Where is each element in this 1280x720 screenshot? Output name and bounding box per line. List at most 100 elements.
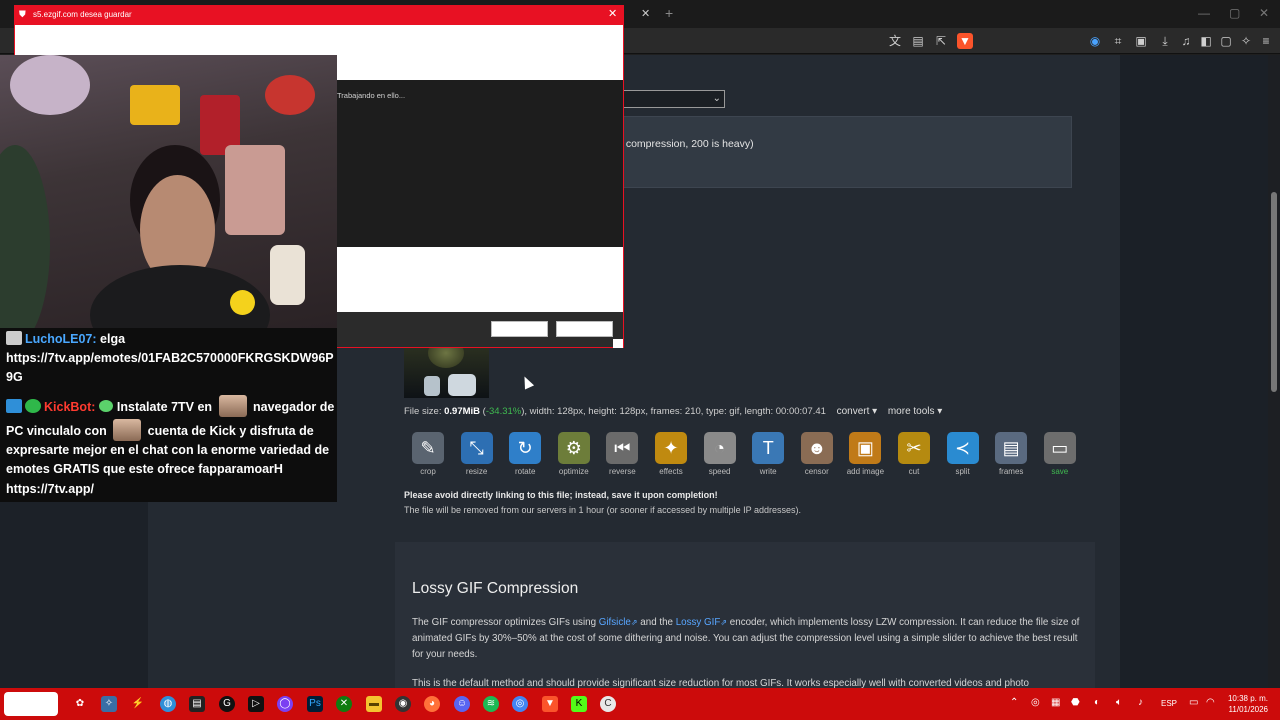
more-tools-dropdown[interactable]: more tools ▾ [888, 406, 942, 417]
chevron-down-icon: ⌄ [712, 93, 721, 104]
scrollbar-thumb[interactable] [1271, 192, 1277, 392]
monitor-icon[interactable]: ▭ [1189, 697, 1198, 708]
method-select[interactable]: ⌄ [620, 90, 725, 108]
app-icon[interactable]: G [219, 696, 235, 712]
dialog-resize-grip[interactable] [613, 339, 623, 348]
sidebar-icon[interactable]: ◧ [1198, 33, 1214, 49]
tool-cut[interactable]: ✂ cut [890, 430, 938, 480]
tool-label: cut [908, 467, 920, 476]
right-gutter [1120, 55, 1270, 688]
folder-icon[interactable]: ▬ [366, 696, 382, 712]
tool-effects[interactable]: ✦ effects [647, 430, 695, 480]
menu-icon[interactable]: ≡ [1258, 33, 1274, 49]
wifi-icon[interactable]: ◠ [1206, 697, 1215, 708]
app-icon[interactable]: ▤ [189, 696, 205, 712]
squirrel-icon[interactable]: ✿ [72, 696, 88, 712]
brave-icon[interactable]: ▼ [542, 696, 558, 712]
effects-icon: ✦ [655, 432, 687, 464]
emote-icon [113, 419, 142, 441]
xbox-icon[interactable]: ✕ [336, 696, 352, 712]
music-icon[interactable]: ♫ [1178, 33, 1194, 49]
brave-shield-icon[interactable]: ▼ [957, 33, 973, 49]
tool-crop[interactable]: ✎ crop [404, 430, 452, 480]
tool-label: add image [846, 467, 885, 476]
webcam-overlay [0, 55, 337, 328]
chat-link[interactable]: https://7tv.app/emotes/01FAB2C570000FKRG… [6, 351, 334, 365]
toy-decoration [265, 75, 315, 115]
removal-note: The file will be removed from our server… [404, 505, 802, 515]
app-icon[interactable]: C [600, 696, 616, 712]
dialog-save-button[interactable] [491, 321, 548, 337]
chrome-icon[interactable]: ◎ [512, 696, 528, 712]
reader-icon[interactable]: ▤ [910, 33, 926, 49]
tray-icon[interactable]: ⬣ [1071, 697, 1080, 708]
chat-text: Instalate 7TV en [113, 400, 216, 414]
clock[interactable]: 10:38 p. m. 11/01/2026 [1226, 693, 1268, 715]
discord-icon[interactable]: ☺ [454, 696, 470, 712]
chat-message: LuchoLE07: elga [6, 331, 125, 346]
share-icon[interactable]: ⇱ [933, 33, 949, 49]
spotify-icon[interactable]: ≋ [483, 696, 499, 712]
plush-decoration [10, 55, 90, 115]
chat-text: expresarte mejor en el chat con la enorm… [6, 443, 330, 457]
minimize-button[interactable]: — [1198, 6, 1210, 20]
app-icon[interactable]: ▷ [248, 696, 264, 712]
tool-optimize[interactable]: ⚙ optimize [550, 430, 598, 480]
convert-dropdown[interactable]: convert ▾ [837, 406, 878, 417]
tool-rotate[interactable]: ↻ rotate [501, 430, 549, 480]
tool-speed[interactable]: ◔ speed [696, 430, 744, 480]
add-image-icon: ▣ [849, 432, 882, 464]
section-paragraph: The GIF compressor optimizes GIFs using … [412, 615, 1082, 663]
screenshot-icon[interactable]: ⌗ [1110, 33, 1126, 49]
tool-label: speed [708, 467, 731, 476]
start-logo[interactable] [4, 692, 58, 716]
tray-chevron-up-icon[interactable]: ⌃ [1010, 697, 1018, 708]
extensions-icon[interactable]: ▢ [1218, 33, 1234, 49]
tray-icon[interactable]: ◎ [1031, 697, 1040, 708]
lossy-gif-link[interactable]: Lossy GIF [676, 617, 721, 628]
chat-username: LuchoLE07: [25, 332, 97, 346]
download-icon[interactable]: ⤓ [1157, 33, 1173, 49]
dialog-close-button[interactable]: ✕ [608, 7, 617, 20]
app-icon[interactable]: ◯ [277, 696, 293, 712]
chat-message: KickBot: Instalate 7TV en navegador de [6, 395, 334, 417]
wallet-icon[interactable]: ◉ [1087, 33, 1103, 49]
leo-icon[interactable]: ✧ [1238, 33, 1254, 49]
app-icon[interactable]: ✧ [101, 696, 117, 712]
tool-frames[interactable]: ▤ frames [987, 430, 1035, 480]
browser-icon[interactable]: ◍ [160, 696, 176, 712]
maximize-button[interactable]: ▢ [1229, 6, 1240, 20]
window-close-button[interactable]: ✕ [1259, 6, 1269, 20]
size-savings: -34.31% [485, 406, 522, 417]
tab-close-icon[interactable]: ✕ [641, 7, 650, 20]
minion-decoration [230, 290, 255, 315]
obs-icon[interactable]: ◉ [395, 696, 411, 712]
tool-split[interactable]: ≺ split [939, 430, 987, 480]
input-language[interactable]: ESP [1161, 699, 1177, 708]
dialog-cancel-button[interactable] [556, 321, 613, 337]
file-dimensions: ), width: 128px, height: 128px, frames: … [521, 406, 826, 417]
chat-link[interactable]: https://7tv.app/ [6, 482, 94, 496]
frog-emote-icon [99, 400, 114, 412]
tray-icon[interactable]: ▦ [1051, 697, 1060, 708]
kick-icon[interactable]: K [571, 696, 587, 712]
section-title: Lossy GIF Compression [412, 580, 579, 597]
steam-icon[interactable]: ◐ [1094, 697, 1100, 708]
translate-icon[interactable]: 文 [887, 33, 903, 49]
tool-add-image[interactable]: ▣ add image [841, 430, 889, 480]
microphone-icon[interactable]: ♪ [1138, 697, 1143, 708]
volume-icon[interactable]: 🔈︎ [1116, 697, 1122, 708]
firefox-icon[interactable]: ◕ [424, 696, 440, 712]
tool-reverse[interactable]: ⏮ reverse [598, 430, 646, 480]
tool-censor[interactable]: ☻ censor [793, 430, 841, 480]
photoshop-icon[interactable]: Ps [307, 696, 323, 712]
media-icon[interactable]: ▣ [1133, 33, 1149, 49]
new-tab-button[interactable]: + [665, 5, 673, 21]
tool-write[interactable]: Twrite [744, 430, 792, 480]
chat-link[interactable]: 9G [6, 370, 23, 384]
chat-text: emotes GRATIS que este ofrece fapparamoa… [6, 462, 283, 476]
tool-resize[interactable]: ⤡ resize [453, 430, 501, 480]
tool-save[interactable]: ▭ save [1036, 430, 1084, 480]
gifsicle-link[interactable]: Gifsicle [599, 617, 631, 628]
lightning-icon[interactable]: ⚡ [130, 696, 146, 712]
